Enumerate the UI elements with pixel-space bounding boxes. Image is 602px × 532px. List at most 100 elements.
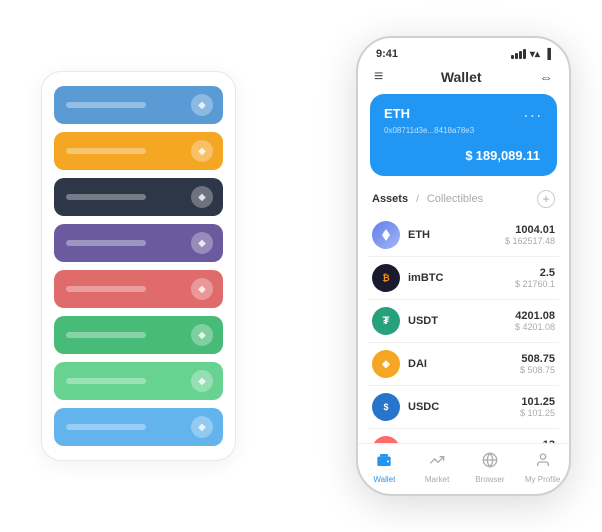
card-item-dark[interactable]: ◆ bbox=[54, 178, 223, 216]
dai-asset-name: DAI bbox=[408, 358, 520, 370]
usdt-asset-icon: ₮ bbox=[372, 307, 400, 335]
card-line bbox=[66, 102, 146, 108]
assets-tabs: Assets / Collectibles bbox=[372, 193, 483, 205]
card-icon: ◆ bbox=[191, 416, 213, 438]
scan-icon[interactable]: ⇔ bbox=[539, 69, 553, 85]
usdt-asset-usd: $ 4201.08 bbox=[515, 322, 555, 332]
status-bar: 9:41 ▾▴ ▐ bbox=[358, 38, 569, 64]
wallet-nav-label: Wallet bbox=[373, 475, 395, 484]
card-icon: ◆ bbox=[191, 278, 213, 300]
bottom-nav: Wallet Market Browser My Profile bbox=[358, 443, 569, 494]
card-item-red[interactable]: ◆ bbox=[54, 270, 223, 308]
imbtc-asset-usd: $ 21760.1 bbox=[515, 279, 555, 289]
nav-item-profile[interactable]: My Profile bbox=[516, 452, 569, 484]
imbtc-asset-icon: ₿ bbox=[372, 264, 400, 292]
eth-asset-amounts: 1004.01 $ 162517.48 bbox=[505, 224, 555, 246]
menu-icon[interactable]: ≡ bbox=[374, 68, 383, 86]
eth-card[interactable]: ETH ... 0x08711d3e...8418a78e3 $189,089.… bbox=[370, 94, 557, 176]
card-line bbox=[66, 194, 146, 200]
assets-header: Assets / Collectibles + bbox=[358, 186, 569, 214]
imbtc-asset-name: imBTC bbox=[408, 272, 515, 284]
tab-assets[interactable]: Assets bbox=[372, 193, 408, 205]
usdt-asset-amount: 4201.08 bbox=[515, 310, 555, 322]
dai-asset-amount: 508.75 bbox=[520, 353, 555, 365]
usdc-asset-usd: $ 101.25 bbox=[520, 408, 555, 418]
asset-list: ETH 1004.01 $ 162517.48 ₿ imBTC 2.5 $ 21… bbox=[358, 214, 569, 443]
usdt-asset-name: USDT bbox=[408, 315, 515, 327]
card-item-purple[interactable]: ◆ bbox=[54, 224, 223, 262]
eth-card-label: ETH bbox=[384, 106, 410, 121]
profile-nav-icon bbox=[535, 452, 551, 473]
asset-item-usdc[interactable]: $ USDC 101.25 $ 101.25 bbox=[368, 386, 559, 429]
browser-nav-label: Browser bbox=[475, 475, 504, 484]
imbtc-asset-amounts: 2.5 $ 21760.1 bbox=[515, 267, 555, 289]
asset-item-imbtc[interactable]: ₿ imBTC 2.5 $ 21760.1 bbox=[368, 257, 559, 300]
card-line bbox=[66, 286, 146, 292]
eth-asset-amount: 1004.01 bbox=[505, 224, 555, 236]
profile-nav-label: My Profile bbox=[525, 475, 561, 484]
card-icon: ◆ bbox=[191, 186, 213, 208]
balance-currency-symbol: $ bbox=[465, 148, 472, 163]
usdc-asset-amounts: 101.25 $ 101.25 bbox=[520, 396, 555, 418]
signal-bars bbox=[511, 49, 526, 59]
scene: ◆ ◆ ◆ ◆ ◆ ◆ ◆ ◆ bbox=[21, 21, 581, 511]
card-stack: ◆ ◆ ◆ ◆ ◆ ◆ ◆ ◆ bbox=[41, 71, 236, 461]
eth-card-balance: $189,089.11 bbox=[384, 143, 543, 166]
tab-collectibles[interactable]: Collectibles bbox=[427, 193, 483, 205]
market-nav-label: Market bbox=[425, 475, 449, 484]
market-nav-icon bbox=[429, 452, 445, 473]
status-icons: ▾▴ ▐ bbox=[511, 49, 551, 60]
card-item-blue[interactable]: ◆ bbox=[54, 86, 223, 124]
add-asset-button[interactable]: + bbox=[537, 190, 555, 208]
eth-card-more-button[interactable]: ... bbox=[524, 104, 543, 122]
usdc-asset-icon: $ bbox=[372, 393, 400, 421]
signal-bar-1 bbox=[511, 55, 514, 59]
asset-item-eth[interactable]: ETH 1004.01 $ 162517.48 bbox=[368, 214, 559, 257]
card-line bbox=[66, 332, 146, 338]
battery-icon: ▐ bbox=[544, 49, 551, 60]
card-item-yellow[interactable]: ◆ bbox=[54, 132, 223, 170]
card-line bbox=[66, 240, 146, 246]
browser-nav-icon bbox=[482, 452, 498, 473]
balance-amount: 189,089.11 bbox=[476, 148, 540, 163]
card-icon: ◆ bbox=[191, 140, 213, 162]
card-line bbox=[66, 148, 146, 154]
card-icon: ◆ bbox=[191, 370, 213, 392]
eth-card-address: 0x08711d3e...8418a78e3 bbox=[384, 126, 543, 135]
tft-asset-icon: 🦋 bbox=[372, 436, 400, 443]
usdc-asset-name: USDC bbox=[408, 401, 520, 413]
nav-item-market[interactable]: Market bbox=[411, 452, 464, 484]
asset-item-tft[interactable]: 🦋 TFT 13 0 bbox=[368, 429, 559, 443]
phone-header: ≡ Wallet ⇔ bbox=[358, 64, 569, 94]
dai-asset-amounts: 508.75 $ 508.75 bbox=[520, 353, 555, 375]
dai-asset-usd: $ 508.75 bbox=[520, 365, 555, 375]
signal-bar-3 bbox=[519, 51, 522, 59]
status-time: 9:41 bbox=[376, 48, 398, 60]
usdt-asset-amounts: 4201.08 $ 4201.08 bbox=[515, 310, 555, 332]
imbtc-asset-amount: 2.5 bbox=[515, 267, 555, 279]
eth-asset-usd: $ 162517.48 bbox=[505, 236, 555, 246]
card-item-light-green[interactable]: ◆ bbox=[54, 362, 223, 400]
card-item-green[interactable]: ◆ bbox=[54, 316, 223, 354]
header-title: Wallet bbox=[441, 69, 482, 85]
card-icon: ◆ bbox=[191, 232, 213, 254]
phone: 9:41 ▾▴ ▐ ≡ Wallet ⇔ ETH ... bbox=[356, 36, 571, 496]
eth-asset-icon bbox=[372, 221, 400, 249]
usdc-asset-amount: 101.25 bbox=[520, 396, 555, 408]
wifi-icon: ▾▴ bbox=[530, 49, 540, 60]
card-line bbox=[66, 424, 146, 430]
tabs-separator: / bbox=[416, 194, 419, 205]
wallet-nav-icon bbox=[376, 452, 392, 473]
eth-asset-name: ETH bbox=[408, 229, 505, 241]
card-item-sky[interactable]: ◆ bbox=[54, 408, 223, 446]
signal-bar-4 bbox=[523, 49, 526, 59]
card-icon: ◆ bbox=[191, 324, 213, 346]
asset-item-dai[interactable]: ◈ DAI 508.75 $ 508.75 bbox=[368, 343, 559, 386]
eth-card-top: ETH ... bbox=[384, 104, 543, 122]
asset-item-usdt[interactable]: ₮ USDT 4201.08 $ 4201.08 bbox=[368, 300, 559, 343]
nav-item-wallet[interactable]: Wallet bbox=[358, 452, 411, 484]
nav-item-browser[interactable]: Browser bbox=[464, 452, 517, 484]
card-line bbox=[66, 378, 146, 384]
signal-bar-2 bbox=[515, 53, 518, 59]
card-icon: ◆ bbox=[191, 94, 213, 116]
